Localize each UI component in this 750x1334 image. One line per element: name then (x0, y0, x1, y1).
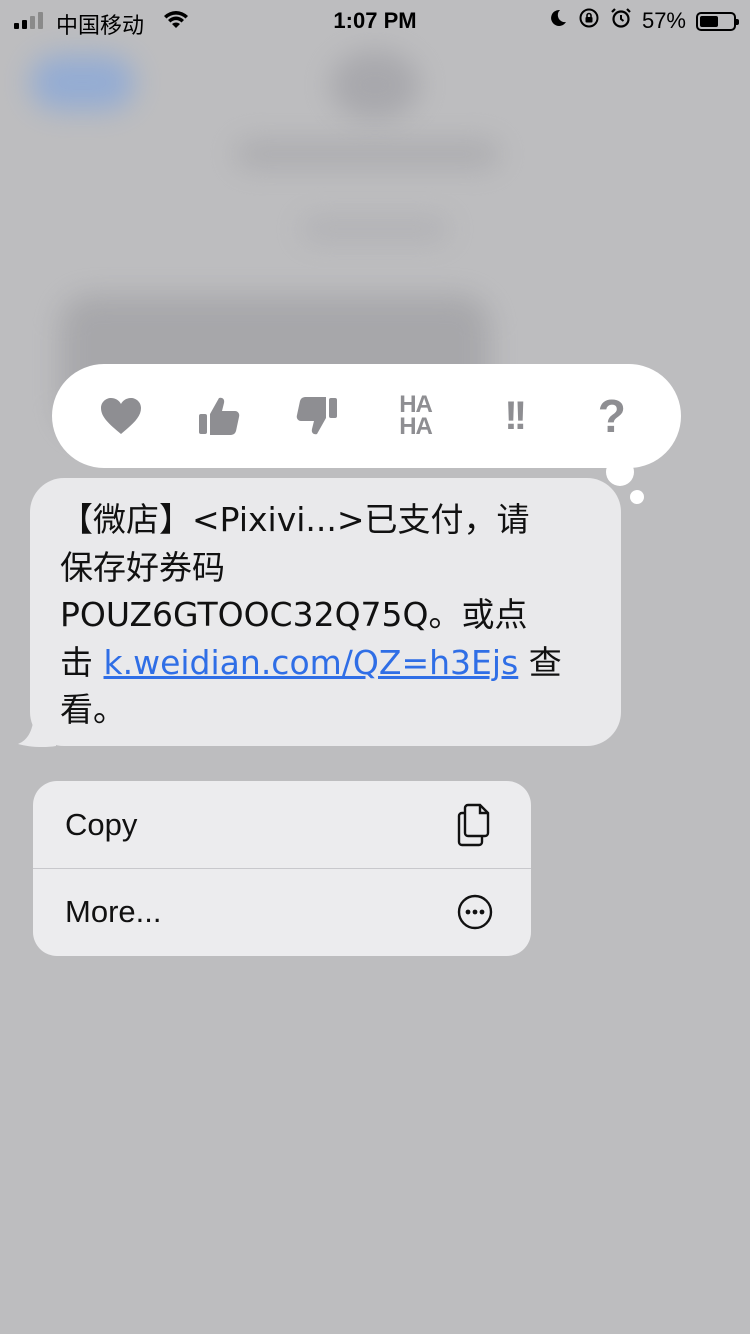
message-line: POUZ6GTOOC32Q75Q。或点 (60, 595, 528, 634)
copy-icon (455, 803, 495, 846)
more-label: More... (65, 894, 162, 929)
heart-icon[interactable] (90, 385, 152, 447)
tapback-tail-dot (606, 458, 634, 486)
message-line: 保存好券码 (60, 547, 225, 587)
more-ellipsis-icon (455, 892, 495, 932)
thumbs-up-icon[interactable] (188, 385, 250, 447)
message-line: 击 k.weidian.com/QZ=h3Ejs 查 (60, 639, 593, 687)
more-menu-item[interactable]: More... (33, 868, 531, 955)
alarm-icon (610, 7, 632, 35)
message-text: 击 (60, 642, 104, 682)
context-menu: Copy More... (33, 781, 531, 956)
haha-icon[interactable]: HA HA (385, 385, 447, 447)
message-bubble[interactable]: 【微店】<Pixivi...>已支付，请 保存好券码 POUZ6GTOOC32Q… (30, 478, 621, 746)
tapback-reaction-bar: HA HA !! ? (52, 364, 681, 468)
message-link[interactable]: k.weidian.com/QZ=h3Ejs (104, 643, 519, 682)
message-text: 查 (518, 642, 562, 682)
battery-percentage: 57% (641, 8, 686, 33)
double-exclamation-icon[interactable]: !! (483, 385, 545, 447)
message-line: 看。 (60, 690, 126, 729)
moon-icon (548, 8, 568, 34)
background-blur (300, 215, 450, 243)
emphasize-glyph: !! (504, 393, 527, 438)
question-glyph: ? (597, 390, 626, 442)
status-bar: 中国移动 1:07 PM 57% (0, 0, 750, 40)
copy-menu-item[interactable]: Copy (33, 781, 531, 868)
copy-label: Copy (65, 806, 138, 842)
thumbs-down-icon[interactable] (286, 385, 348, 447)
tapback-tail-dot (630, 490, 644, 504)
battery-level-fill (700, 15, 719, 27)
message-line: 【微店】<Pixivi...>已支付，请 (60, 500, 530, 539)
haha-text-bottom: HA (399, 413, 433, 440)
background-blur (330, 50, 420, 120)
background-blur (235, 140, 500, 168)
question-mark-icon[interactable]: ? (581, 385, 643, 447)
background-blur (30, 55, 135, 110)
orientation-lock-icon (578, 7, 600, 35)
battery-icon (696, 11, 739, 31)
